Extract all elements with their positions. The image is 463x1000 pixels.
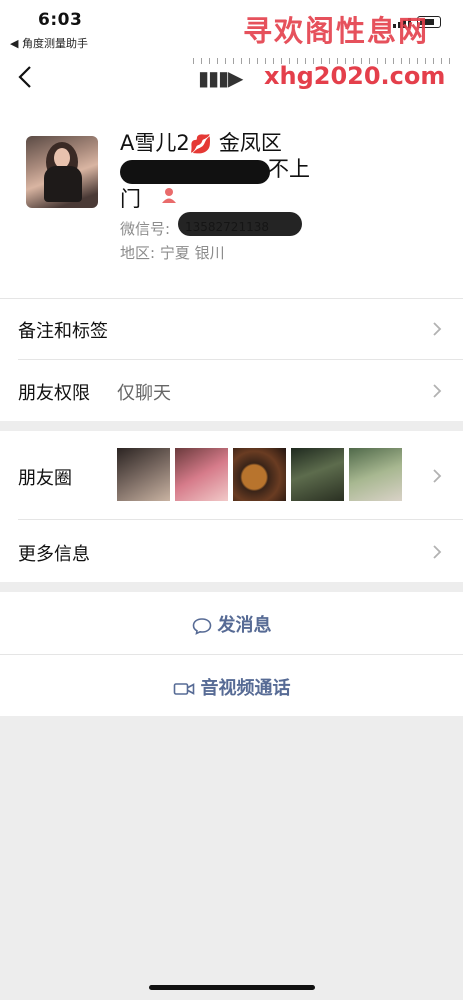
chevron-right-icon [433, 322, 442, 336]
send-message-row[interactable]: 发消息 [0, 592, 463, 654]
avatar[interactable] [26, 136, 98, 208]
watermark-arrow-icon: ▮▮▮▶ [198, 66, 243, 90]
moments-thumbnail[interactable] [291, 448, 344, 501]
wechat-id-label: 微信号: [120, 220, 171, 238]
status-back-to-app[interactable]: ◀ 角度测量助手 [10, 35, 88, 51]
user-icon [162, 188, 176, 203]
chevron-right-icon [433, 469, 442, 483]
friend-permission-label: 朋友权限 [18, 383, 90, 404]
friend-permission-row[interactable]: 朋友权限 仅聊天 [0, 360, 463, 421]
status-time: 6:03 [38, 10, 83, 30]
moments-thumbnail[interactable] [233, 448, 286, 501]
av-call-label: 音视频通话 [200, 678, 291, 699]
district: 金凤区 [218, 131, 282, 155]
wechat-redaction-mark [178, 212, 302, 236]
back-arrow-icon[interactable] [14, 64, 40, 90]
chat-bubble-icon [192, 618, 211, 635]
watermark-title: 寻欢阁性息网 [243, 14, 430, 48]
lips-emoji: 💋 [189, 134, 213, 155]
section-gap [0, 421, 463, 431]
home-indicator[interactable] [149, 985, 315, 990]
chevron-right-icon [433, 545, 442, 559]
av-call-button[interactable]: 音视频通话 [0, 674, 463, 700]
remark-door: 门 [120, 187, 141, 211]
notes-tags-row[interactable]: 备注和标签 [0, 298, 463, 359]
section-gap [0, 582, 463, 592]
moments-thumbnail[interactable] [175, 448, 228, 501]
moments-thumbnail[interactable] [349, 448, 402, 501]
moments-label: 朋友圈 [18, 468, 72, 489]
profile-name: A雪儿2💋 金凤区 [120, 130, 360, 158]
watermark-url: xhg2020.com [264, 62, 446, 90]
av-call-row[interactable]: 音视频通话 [0, 655, 463, 716]
more-info-row[interactable]: 更多信息 [0, 520, 463, 582]
send-message-label: 发消息 [217, 615, 272, 636]
send-message-button[interactable]: 发消息 [0, 611, 463, 637]
more-info-label: 更多信息 [18, 544, 90, 565]
video-camera-icon [173, 683, 194, 695]
moments-thumbnail[interactable] [117, 448, 170, 501]
notes-tags-label: 备注和标签 [18, 321, 108, 342]
contact-name: A雪儿2 [120, 131, 190, 155]
redaction-mark [120, 160, 270, 184]
friend-permission-value: 仅聊天 [117, 383, 171, 404]
region: 地区: 宁夏 银川 [120, 244, 225, 262]
remark-suffix: 不上 [268, 157, 310, 181]
moments-thumbnails[interactable] [117, 448, 402, 501]
chevron-right-icon [433, 384, 442, 398]
